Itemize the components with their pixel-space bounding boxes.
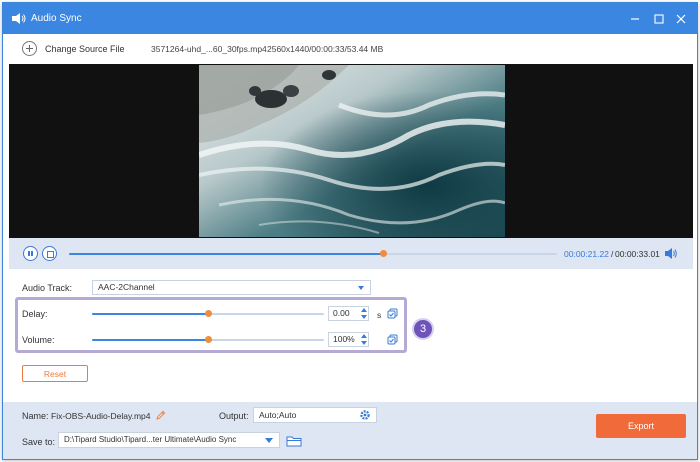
playback-progress-bar[interactable]: [69, 250, 557, 257]
folder-icon[interactable]: [286, 435, 302, 447]
total-time: 00:00:33.01: [615, 249, 660, 259]
close-icon: [676, 14, 686, 24]
source-file-info: 2560x1440/00:00:33/53.44 MB: [267, 44, 384, 54]
delay-increase-icon[interactable]: [361, 308, 367, 312]
minimize-icon: [631, 18, 639, 20]
delay-slider-handle[interactable]: [205, 310, 212, 317]
volume-slider-handle[interactable]: [205, 336, 212, 343]
output-label: Output:: [219, 411, 249, 421]
audio-track-select[interactable]: AAC-2Channel: [92, 280, 371, 295]
audio-track-value: AAC-2Channel: [98, 282, 155, 292]
maximize-icon: [654, 14, 664, 24]
video-preview-frame[interactable]: [199, 65, 505, 237]
time-separator: /: [611, 249, 614, 259]
delay-stepper[interactable]: [360, 307, 368, 321]
audio-settings-panel: Audio Track: AAC-2Channel Delay: 0.00 s …: [3, 269, 697, 402]
chevron-down-icon: [265, 438, 273, 443]
maximize-button[interactable]: [651, 11, 667, 27]
delay-decrease-icon[interactable]: [361, 315, 367, 319]
title-bar: Audio Sync: [3, 3, 697, 34]
delay-label: Delay:: [22, 309, 48, 319]
apply-to-all-icon[interactable]: [387, 334, 398, 345]
volume-label: Volume:: [22, 335, 55, 345]
current-time: 00:00:21.22: [564, 249, 609, 259]
close-button[interactable]: [673, 11, 689, 27]
audio-track-label: Audio Track:: [22, 283, 73, 293]
minimize-button[interactable]: [627, 11, 643, 27]
delay-unit: s: [377, 310, 382, 320]
stop-button[interactable]: [42, 246, 57, 261]
step-number-badge: 3: [412, 318, 434, 340]
volume-stepper[interactable]: [360, 333, 368, 347]
export-button[interactable]: Export: [596, 414, 686, 438]
window-title: Audio Sync: [31, 13, 82, 24]
save-path-value: D:\Tipard Studio\Tipard...ter Ultimate\A…: [64, 435, 237, 444]
output-format-value: Auto;Auto: [259, 410, 297, 420]
audio-sync-window: Audio Sync Change Source File 3571264-uh…: [2, 2, 698, 460]
volume-value: 100%: [333, 334, 355, 344]
volume-slider[interactable]: [92, 336, 324, 343]
output-file-name: Fix-OBS-Audio-Delay.mp4: [51, 411, 151, 421]
delay-slider[interactable]: [92, 310, 324, 317]
video-preview-area: [9, 64, 693, 238]
gear-icon[interactable]: [359, 409, 371, 421]
volume-icon[interactable]: [664, 247, 678, 260]
volume-slider-fill: [92, 339, 208, 341]
chevron-down-icon: [358, 286, 364, 290]
playback-controls: 00:00:21.22 / 00:00:33.01: [9, 238, 693, 269]
audio-sync-app-icon: [12, 13, 26, 24]
source-file-row: Change Source File 3571264-uhd_...60_30f…: [3, 34, 697, 64]
delay-slider-fill: [92, 313, 208, 315]
delay-value: 0.00: [333, 308, 350, 318]
name-label: Name:: [22, 411, 49, 421]
apply-to-all-icon[interactable]: [387, 308, 398, 319]
pause-button[interactable]: [23, 246, 38, 261]
edit-name-icon[interactable]: [156, 410, 166, 420]
playback-progress-fill: [69, 253, 383, 255]
add-source-icon[interactable]: [22, 41, 37, 56]
save-to-label: Save to:: [22, 437, 56, 447]
volume-increase-icon[interactable]: [361, 334, 367, 338]
source-file-name: 3571264-uhd_...60_30fps.mp4: [151, 44, 267, 54]
volume-decrease-icon[interactable]: [361, 341, 367, 345]
save-path-field[interactable]: D:\Tipard Studio\Tipard...ter Ultimate\A…: [58, 432, 257, 448]
output-bar: Name: Fix-OBS-Audio-Delay.mp4 Output: Au…: [3, 402, 697, 459]
playback-progress-handle[interactable]: [379, 250, 387, 257]
change-source-file-button[interactable]: Change Source File: [45, 44, 125, 54]
reset-button[interactable]: Reset: [22, 365, 88, 382]
